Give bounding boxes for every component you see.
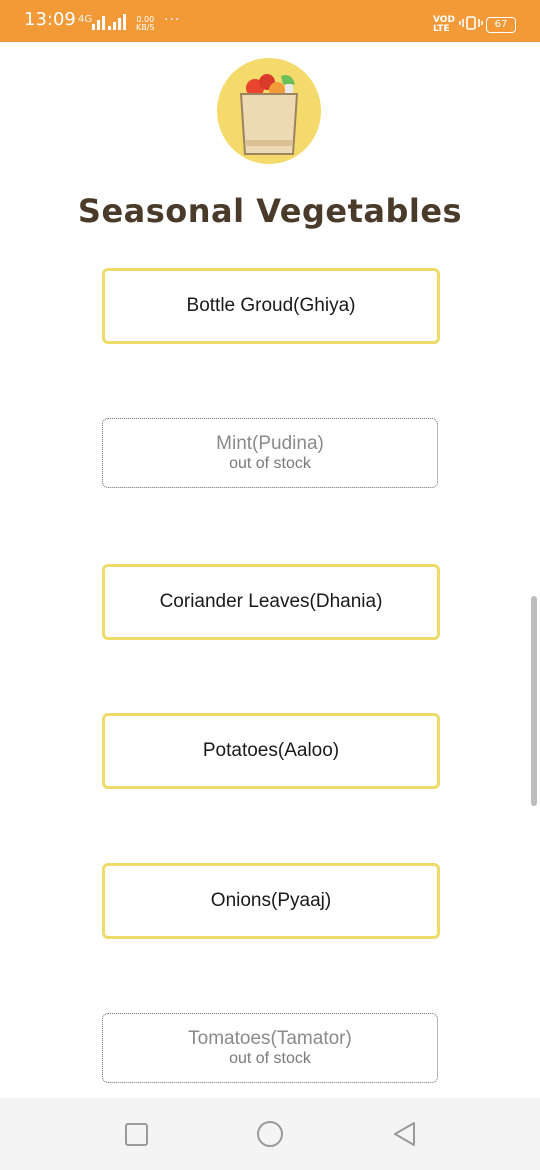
vegetable-button-mint: Mint(Pudina) out of stock: [102, 418, 438, 488]
battery-icon: 67: [486, 17, 516, 33]
out-of-stock-label: out of stock: [229, 455, 311, 472]
vegetable-button-potatoes[interactable]: Potatoes(Aaloo): [102, 713, 440, 789]
vegetable-label: Potatoes(Aaloo): [202, 740, 340, 761]
scrollbar[interactable]: [531, 596, 537, 806]
vibrate-icon: [459, 16, 483, 30]
vegetable-button-coriander[interactable]: Coriander Leaves(Dhania): [102, 564, 440, 640]
vegetable-label: Onions(Pyaaj): [210, 890, 332, 911]
status-time: 13:09: [24, 9, 76, 30]
vegetable-button-bottle-gourd[interactable]: Bottle Groud(Ghiya): [102, 268, 440, 344]
more-notifications-icon: ···: [164, 12, 181, 28]
volte-icon: VOD LTE: [433, 16, 455, 34]
network-speed: 0.00 KB/S: [136, 16, 155, 32]
vegetable-label: Mint(Pudina): [216, 433, 324, 454]
navigation-bar: [0, 1098, 540, 1170]
network-type: 4G: [78, 14, 93, 25]
vegetable-label: Coriander Leaves(Dhania): [159, 591, 383, 612]
volte-bottom: LTE: [433, 24, 450, 34]
circle-icon[interactable]: [255, 1120, 285, 1150]
signal-icon: [92, 14, 105, 30]
vegetable-label: Bottle Groud(Ghiya): [186, 295, 356, 316]
status-bar: 13:09 4G 0.00 KB/S ··· VOD LTE 67: [0, 0, 540, 42]
grocery-bag-icon: [217, 58, 321, 164]
triangle-back-icon[interactable]: [390, 1120, 420, 1150]
vegetable-button-onions[interactable]: Onions(Pyaaj): [102, 863, 440, 939]
signal-icon: [108, 14, 126, 30]
out-of-stock-label: out of stock: [229, 1050, 311, 1067]
vegetable-label: Tomatoes(Tamator): [188, 1028, 352, 1049]
speed-unit: KB/S: [136, 23, 155, 32]
square-icon[interactable]: [122, 1120, 152, 1150]
vegetable-button-tomatoes: Tomatoes(Tamator) out of stock: [102, 1013, 438, 1083]
page-title: Seasonal Vegetables: [77, 192, 463, 230]
